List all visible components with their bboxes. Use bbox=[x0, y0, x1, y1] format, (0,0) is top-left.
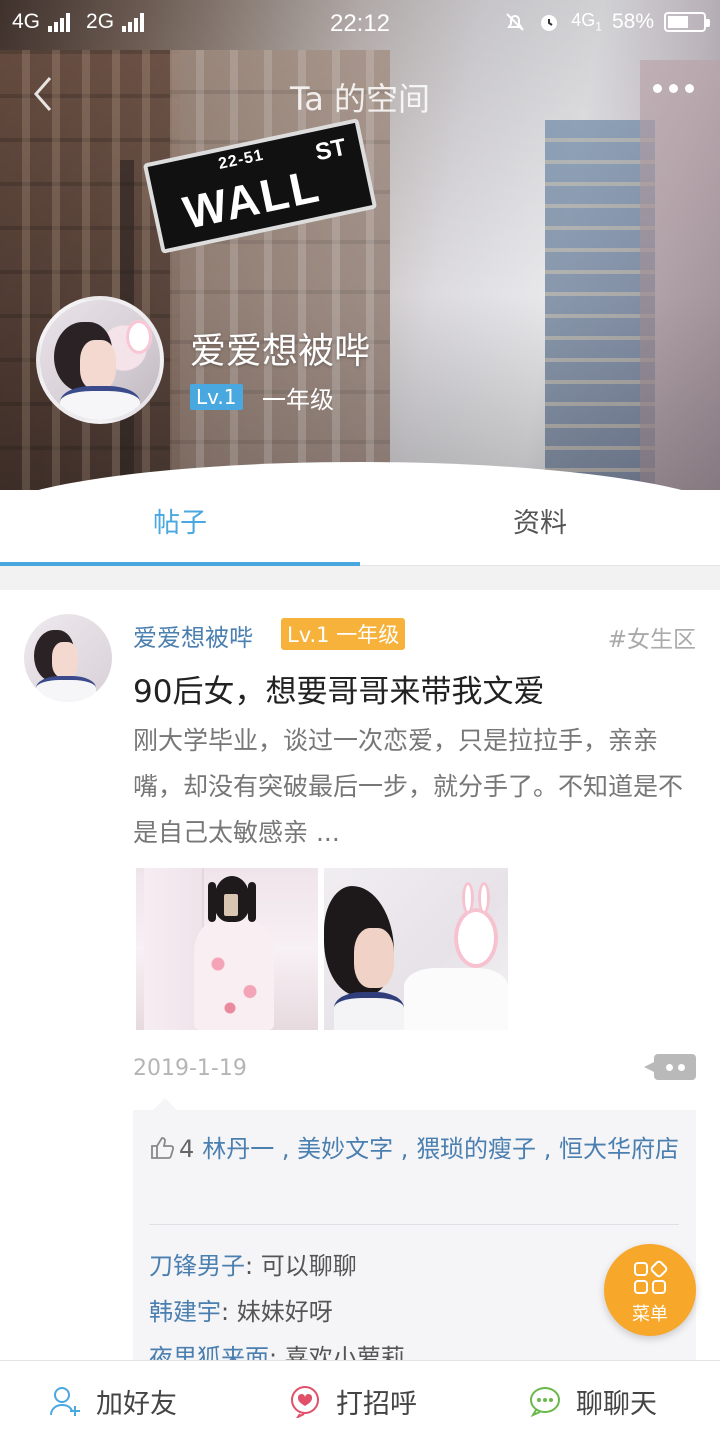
network3-sub: 1 bbox=[595, 19, 602, 34]
post-image-1[interactable] bbox=[136, 868, 318, 1030]
more-dots-icon[interactable] bbox=[653, 84, 694, 93]
comment-text: 可以聊聊 bbox=[260, 1252, 357, 1280]
post-date: 2019-1-19 bbox=[133, 1056, 247, 1081]
battery-percent: 58% bbox=[611, 10, 654, 33]
like-count: 4 bbox=[179, 1135, 195, 1163]
reply-box: 4 林丹一 , 美妙文字 , 猥琐的瘦子 , 恒大华府店 刀锋男子: 可以聊聊 韩… bbox=[133, 1098, 696, 1372]
profile-name: 爱爱想被哔 bbox=[190, 331, 371, 372]
profile-avatar[interactable] bbox=[36, 296, 164, 424]
post-title[interactable]: 90后女，想要哥哥来带我文爱 bbox=[133, 666, 544, 711]
add-friend-button[interactable]: 加好友 bbox=[48, 1361, 177, 1440]
comment-text: 妹妹好呀 bbox=[236, 1298, 333, 1326]
chat-button[interactable]: 聊聊天 bbox=[528, 1361, 657, 1440]
tab-profile-info[interactable]: 资料 bbox=[360, 490, 720, 566]
liker-name[interactable]: 恒大华府店 bbox=[559, 1135, 679, 1163]
likes-row: 4 林丹一 , 美妙文字 , 猥琐的瘦子 , 恒大华府店 bbox=[149, 1126, 679, 1172]
sign-st-text: ST bbox=[312, 133, 349, 167]
comment-item[interactable]: 刀锋男子: 可以聊聊 bbox=[149, 1246, 357, 1281]
network3-text: 4G bbox=[571, 10, 596, 31]
tab-active-indicator bbox=[0, 562, 360, 566]
building-right bbox=[545, 120, 655, 490]
menu-label: 菜单 bbox=[632, 1304, 668, 1325]
menu-button[interactable]: 菜单 bbox=[604, 1244, 696, 1336]
comment-item[interactable]: 韩建宇: 妹妹好呀 bbox=[149, 1292, 333, 1327]
heart-bubble-icon bbox=[291, 1386, 319, 1418]
mute-bell-icon bbox=[506, 13, 524, 31]
post-author-name[interactable]: 爱爱想被哔 bbox=[133, 618, 253, 653]
liker-name[interactable]: 猥琐的瘦子 bbox=[416, 1135, 536, 1163]
network-label-3: 4G1 bbox=[571, 10, 602, 34]
thumbs-up-icon[interactable] bbox=[149, 1135, 175, 1161]
bottom-action-bar: 加好友 打招呼 聊聊天 bbox=[0, 1360, 720, 1440]
level-badge: Lv.1 bbox=[190, 384, 243, 410]
liker-name[interactable]: 美妙文字 bbox=[297, 1135, 393, 1163]
post-level-badge: Lv.1 一年级 bbox=[281, 618, 406, 650]
add-user-icon bbox=[50, 1387, 80, 1416]
chat-bubble-icon bbox=[530, 1387, 560, 1418]
greet-label: 打招呼 bbox=[336, 1388, 417, 1420]
add-friend-label: 加好友 bbox=[96, 1388, 177, 1420]
chat-label: 聊聊天 bbox=[576, 1388, 657, 1420]
post-card[interactable]: 爱爱想被哔 Lv.1 一年级 #女生区 90后女，想要哥哥来带我文爱 刚大学毕业… bbox=[0, 590, 720, 1372]
divider bbox=[149, 1224, 679, 1225]
comment-author[interactable]: 韩建宇 bbox=[149, 1298, 221, 1326]
grade-label: 一年级 bbox=[262, 386, 334, 414]
menu-grid-icon bbox=[634, 1260, 668, 1294]
status-bar: 4G 2G 22:12 4G1 58% bbox=[0, 0, 720, 48]
building-far-right bbox=[640, 60, 720, 490]
alarm-icon bbox=[541, 15, 558, 31]
post-image-2[interactable] bbox=[324, 868, 508, 1030]
tab-bar: 帖子 资料 bbox=[0, 490, 720, 566]
post-author-avatar[interactable] bbox=[24, 614, 112, 702]
battery-icon bbox=[664, 12, 710, 32]
comment-author[interactable]: 刀锋男子 bbox=[149, 1252, 245, 1280]
post-body[interactable]: 刚大学毕业，谈过一次恋爱，只是拉拉手，亲亲嘴，却没有突破最后一步，就分手了。不知… bbox=[133, 718, 698, 856]
post-topic-tag[interactable]: #女生区 bbox=[608, 620, 696, 654]
liker-name[interactable]: 林丹一 bbox=[202, 1135, 274, 1163]
page-title: Ta 的空间 bbox=[289, 80, 431, 118]
comment-bubble-icon[interactable] bbox=[644, 1054, 696, 1080]
tab-posts[interactable]: 帖子 bbox=[0, 490, 360, 566]
greet-button[interactable]: 打招呼 bbox=[288, 1361, 417, 1440]
battery-level bbox=[668, 16, 688, 28]
